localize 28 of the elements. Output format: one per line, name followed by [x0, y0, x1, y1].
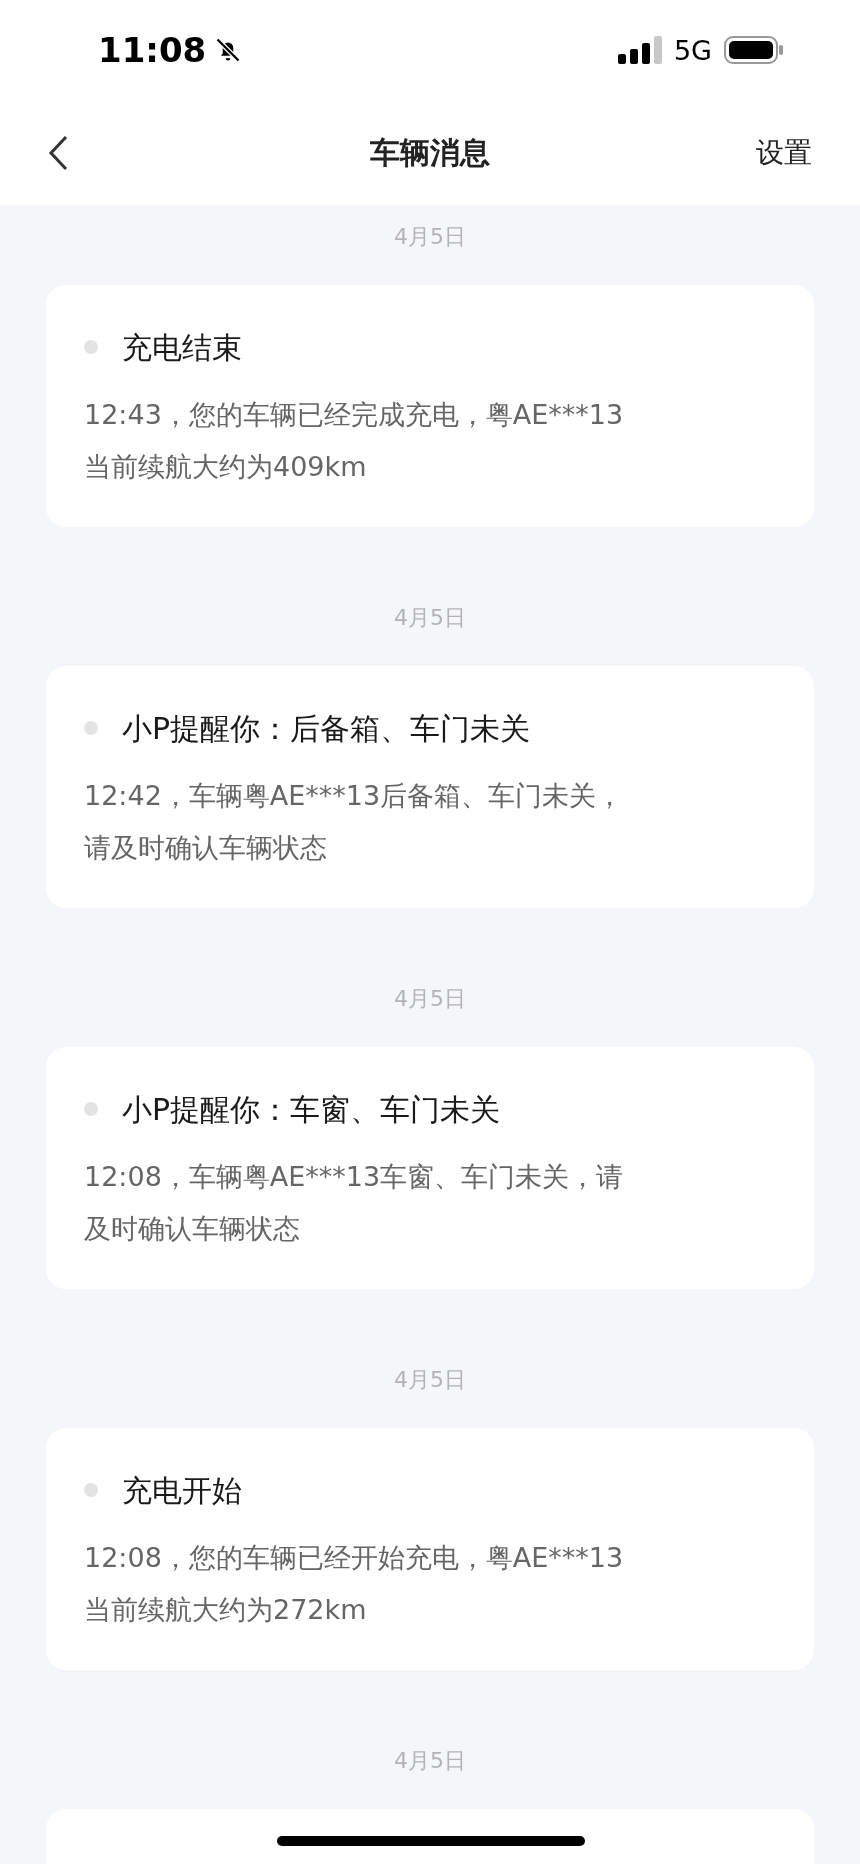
- date-label: 4月5日: [394, 223, 466, 251]
- message-text: 当前续航大约为272km: [84, 1593, 368, 1627]
- message-text: 12:08，车辆粤AE***13车窗、车门未关，请: [84, 1160, 625, 1194]
- battery-icon: [724, 36, 784, 64]
- network-label: 5G: [673, 36, 712, 64]
- bell-muted-icon: [214, 36, 243, 64]
- message-card[interactable]: 充电结束 12:43，您的车辆已经完成充电，粤AE***13 当前续航大约为409km: [46, 285, 814, 527]
- message-title: 充电开始: [122, 1471, 242, 1510]
- message-title: 小P提醒你：后备箱、车门未关: [122, 709, 531, 748]
- date-label: 4月5日: [394, 985, 466, 1013]
- message-text: 12:08，您的车辆已经开始充电，粤AE***13: [84, 1541, 625, 1575]
- settings-button[interactable]: 设置: [756, 131, 812, 174]
- message-card[interactable]: 充电开始 12:08，您的车辆已经开始充电，粤AE***13 当前续航大约为272km: [46, 1428, 814, 1670]
- date-label: 4月5日: [394, 1366, 466, 1394]
- message-title: 充电结束: [122, 328, 242, 367]
- date-label: 4月5日: [394, 604, 466, 632]
- message-card[interactable]: 小P提醒你：车窗、车门未关 12:08，车辆粤AE***13车窗、车门未关，请 及时确认车辆状态: [46, 1047, 814, 1289]
- signal-icon: [617, 36, 662, 64]
- message-text: 12:42，车辆粤AE***13后备箱、车门未关，: [84, 779, 625, 813]
- date-label: 4月5日: [394, 1747, 466, 1775]
- message-text: 12:43，您的车辆已经完成充电，粤AE***13: [84, 398, 625, 432]
- message-text: 请及时确认车辆状态: [84, 831, 328, 865]
- message-text: 当前续航大约为409km: [84, 450, 368, 484]
- page-title: 车辆消息: [370, 134, 490, 172]
- message-text: 及时确认车辆状态: [84, 1212, 301, 1246]
- message-card[interactable]: 小P提醒你：后备箱、车门未关 12:42，车辆粤AE***13后备箱、车门未关， 请及时确认车辆状态: [46, 666, 814, 908]
- message-title: 小P提醒你：车窗、车门未关: [122, 1090, 501, 1129]
- status-time: 11:08: [98, 33, 207, 67]
